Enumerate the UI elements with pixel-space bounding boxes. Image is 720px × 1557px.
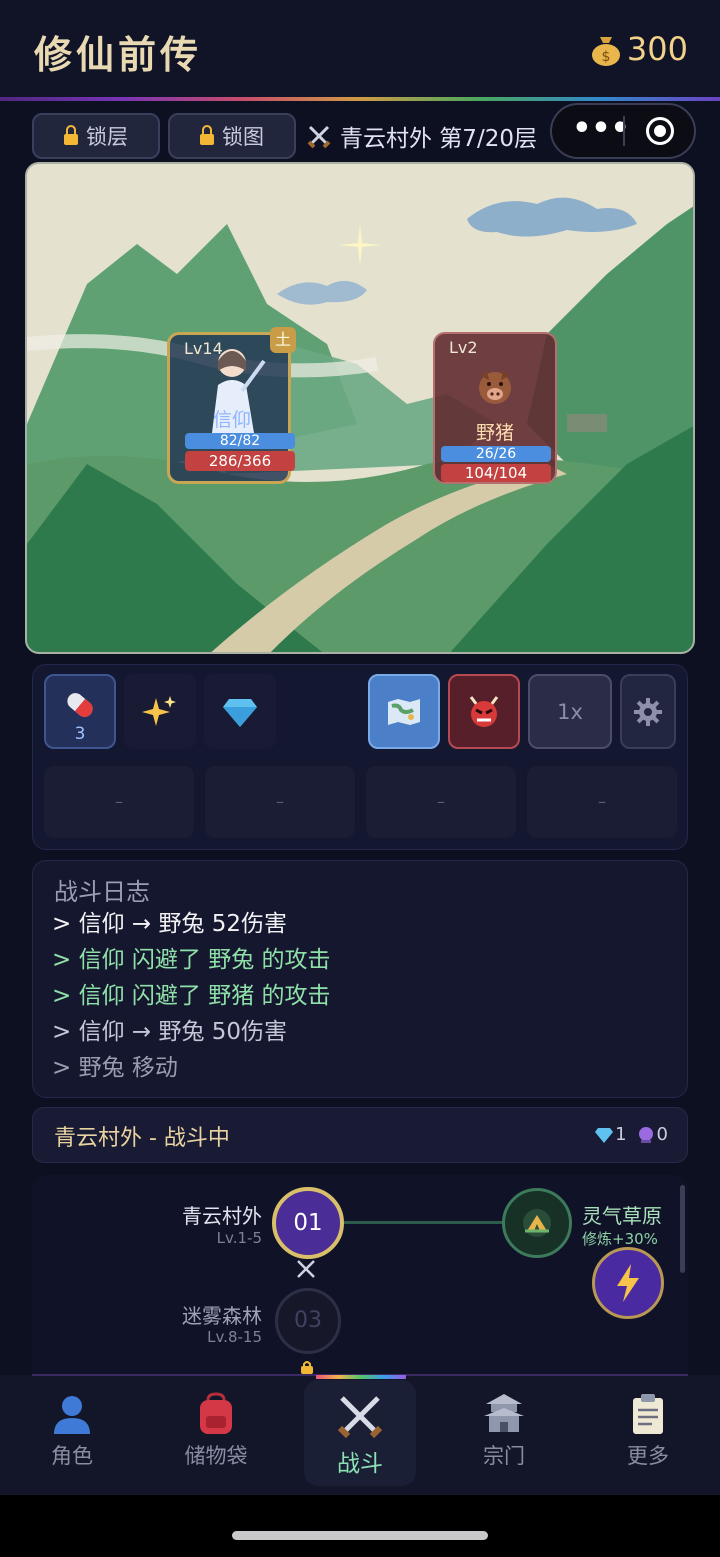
nav-tab-battle[interactable]: 战斗: [310, 1392, 410, 1478]
crystal-ball-icon: [638, 1126, 653, 1143]
lock-icon: [301, 1361, 313, 1374]
system-bottom-area: [0, 1495, 720, 1557]
battle-log-title: 战斗日志: [54, 878, 150, 906]
crossed-swords-icon: [297, 1260, 315, 1278]
hero-name: 信仰: [212, 409, 251, 431]
grassland-bonus: 修炼+30%: [582, 1230, 658, 1248]
sparkle-effect-icon: [339, 224, 381, 266]
map-icon: [388, 698, 420, 725]
map-node-current[interactable]: 01: [272, 1187, 344, 1259]
enemy-name: 野猪: [475, 422, 514, 444]
lock-icon: [200, 124, 214, 145]
enemy-mp-bar: 26/26: [441, 446, 551, 462]
diamond-icon: [595, 1127, 614, 1143]
speed-toggle-button[interactable]: 1x: [528, 674, 612, 749]
lock-map-button[interactable]: 锁图: [168, 113, 296, 159]
gem-skill-button[interactable]: [204, 674, 276, 749]
skill-slot[interactable]: –: [44, 766, 194, 838]
nav-label: 宗门: [483, 1444, 525, 1468]
camping-tent-icon: [523, 1209, 551, 1237]
enemy-unit-card[interactable]: Lv2 野猪 26/26 104/104: [433, 332, 557, 484]
lock-icon: [64, 124, 78, 145]
enemy-hp-bar: 104/104: [441, 464, 551, 482]
map-node-name: 迷雾森林: [182, 1304, 262, 1328]
gear-icon: [634, 697, 662, 726]
world-map-button[interactable]: [368, 674, 440, 749]
oni-mask-icon: [469, 695, 499, 727]
log-line: > 野兔 移动: [52, 1055, 178, 1081]
header-divider: [0, 97, 720, 101]
stage-text: 青云村外 第7/20层: [340, 126, 537, 152]
lock-map-label: 锁图: [222, 125, 264, 149]
map-node-spirit-grassland[interactable]: [502, 1188, 572, 1258]
clipboard-icon: [633, 1394, 663, 1434]
money-bag-icon: $: [591, 37, 620, 66]
hero-unit-card[interactable]: Lv14 土 信仰 82/82 286/366: [167, 327, 296, 484]
battle-settings-button[interactable]: [620, 674, 676, 749]
map-node-level: Lv.1-5: [216, 1229, 262, 1247]
nav-label: 储物袋: [184, 1444, 248, 1468]
boar-face-icon: [479, 370, 511, 404]
nav-tab-character[interactable]: 角色: [22, 1392, 122, 1470]
sparkle-skill-button[interactable]: [124, 674, 196, 749]
skill-slot[interactable]: –: [366, 766, 516, 838]
quick-action-button[interactable]: [592, 1247, 664, 1319]
lightning-icon: [617, 1264, 639, 1302]
home-indicator[interactable]: [232, 1531, 488, 1540]
nav-tab-more[interactable]: 更多: [598, 1392, 698, 1470]
pill-icon: [67, 693, 93, 718]
crossed-swords-icon: [307, 125, 331, 149]
nav-label: 更多: [627, 1444, 669, 1468]
diamond-icon: [223, 698, 257, 727]
route-connector: [344, 1221, 504, 1224]
coin-amount: 300: [626, 30, 688, 68]
map-node-locked[interactable]: 03: [275, 1288, 341, 1354]
log-line: > 信仰 → 野兔 52伤害: [52, 911, 288, 937]
skill-slot[interactable]: –: [205, 766, 355, 838]
log-line: > 信仰 闪避了 野猪 的攻击: [52, 983, 331, 1009]
boss-challenge-button[interactable]: [448, 674, 520, 749]
nav-tab-inventory[interactable]: 储物袋: [166, 1392, 266, 1470]
map-scrollbar[interactable]: [680, 1185, 685, 1273]
nav-tab-sect[interactable]: 宗门: [454, 1392, 554, 1470]
enemy-level: Lv2: [449, 338, 478, 357]
svg-text:$: $: [601, 49, 610, 65]
gem-count: 1: [615, 1124, 627, 1145]
close-target-icon[interactable]: [646, 117, 674, 145]
crossed-swords-icon: [337, 1396, 383, 1439]
log-line: > 信仰 → 野兔 50伤害: [52, 1019, 288, 1045]
nav-label: 战斗: [337, 1451, 383, 1477]
lock-floor-label: 锁层: [86, 125, 128, 149]
hero-mp-bar: 82/82: [185, 433, 295, 449]
grassland-name: 灵气草原: [582, 1204, 662, 1228]
hero-element-badge: 土: [270, 327, 296, 353]
nav-active-indicator: [316, 1375, 406, 1379]
resource-counts: 1 0: [595, 1124, 668, 1145]
person-icon: [54, 1396, 90, 1434]
battle-status-text: 青云村外 - 战斗中: [54, 1126, 230, 1151]
pill-count: 3: [74, 724, 86, 744]
pagoda-icon: [484, 1394, 524, 1432]
skill-slot[interactable]: –: [527, 766, 677, 838]
hero-hp-bar: 286/366: [185, 451, 295, 471]
stage-indicator: 青云村外 第7/20层: [306, 119, 537, 153]
app-title: 修仙前传: [34, 32, 203, 77]
lock-floor-button[interactable]: 锁层: [32, 113, 160, 159]
backpack-icon: [200, 1392, 232, 1434]
log-line: > 信仰 闪避了 野兔 的攻击: [52, 947, 331, 973]
coin-counter: $ 300: [589, 30, 688, 68]
map-node-level: Lv.8-15: [207, 1328, 262, 1346]
sparkles-icon: [142, 695, 176, 726]
capsule-divider: [623, 116, 625, 146]
map-node-name: 青云村外: [182, 1204, 262, 1228]
orb-count: 0: [656, 1124, 668, 1145]
nav-label: 角色: [51, 1444, 93, 1468]
